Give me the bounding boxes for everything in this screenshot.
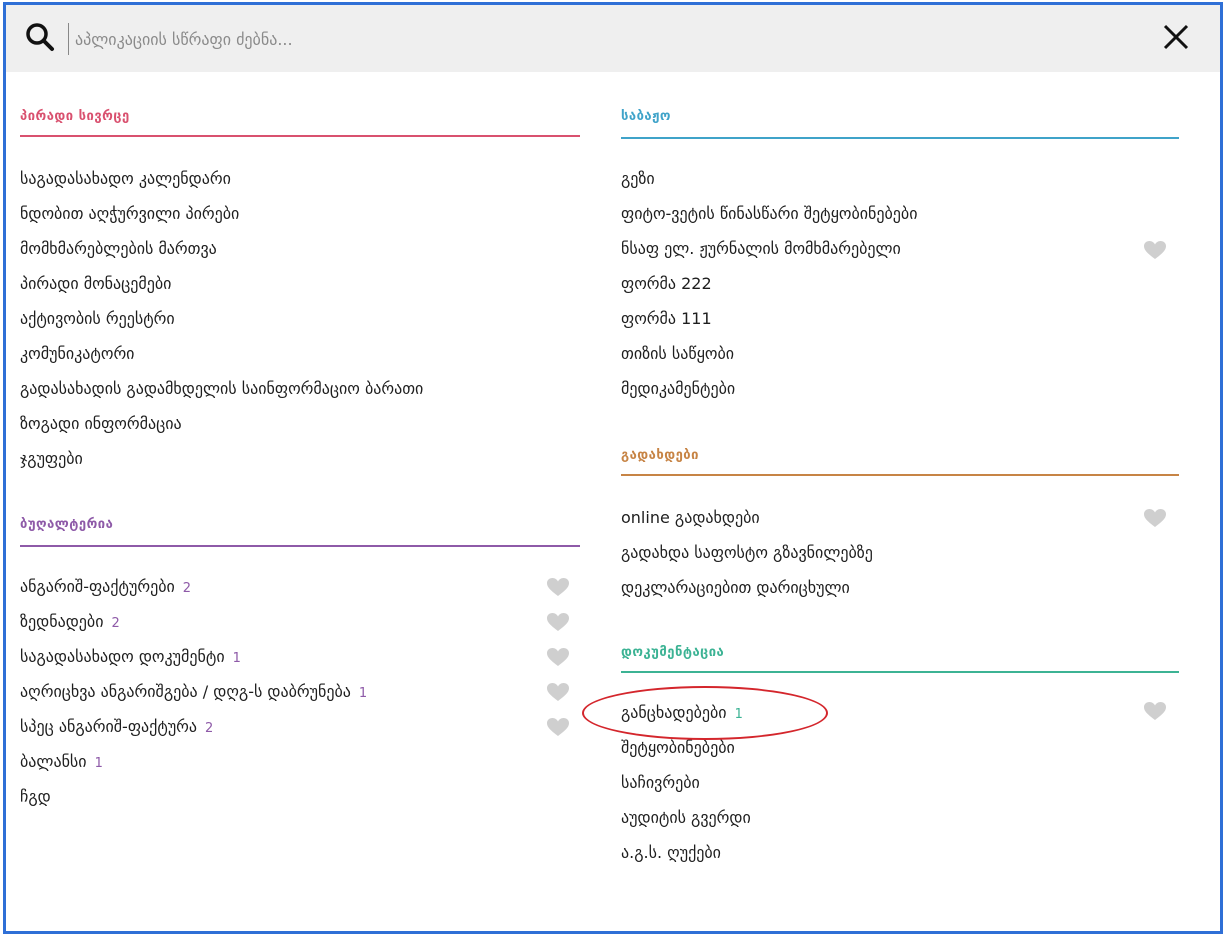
heart-icon[interactable] <box>1143 508 1167 528</box>
section-title-payments: გადახდები <box>621 448 699 463</box>
menu-item-label: ჯგუფები <box>20 449 83 468</box>
menu-item[interactable]: ბალანსი 1 <box>20 750 103 774</box>
app-search-panel: პირადი სივრცე საგადასახადო კალენდარი ნდო… <box>3 2 1223 934</box>
menu-item-label: online გადახდები <box>621 508 760 527</box>
menu-item-label: კომუნიკატორი <box>20 344 135 363</box>
menu-item-label: პირადი მონაცემები <box>20 274 172 293</box>
menu-item[interactable]: გადასახადის გადამხდელის საინფორმაციო ბარ… <box>20 377 423 401</box>
heart-icon[interactable] <box>546 682 570 702</box>
menu-item-label: აქტივობის რეესტრი <box>20 309 175 328</box>
menu-item-label: ზოგადი ინფორმაცია <box>20 414 182 433</box>
menu-item[interactable]: საჩივრები <box>621 771 700 795</box>
menu-item-label: ფორმა 111 <box>621 309 712 328</box>
menu-item[interactable]: სპეც ანგარიშ-ფაქტურა 2 <box>20 715 213 739</box>
heart-icon[interactable] <box>546 612 570 632</box>
menu-item-label: ბალანსი <box>20 752 87 771</box>
menu-item[interactable]: კომუნიკატორი <box>20 342 134 366</box>
menu-item[interactable]: online გადახდები <box>621 506 760 530</box>
section-title-personal: პირადი სივრცე <box>20 109 130 124</box>
menu-item[interactable]: გეზი <box>621 167 655 191</box>
menu-item[interactable]: შეტყობინებები <box>621 736 735 760</box>
heart-icon[interactable] <box>1143 701 1167 721</box>
menu-item-label: ფორმა 222 <box>621 274 712 293</box>
right-column: საბაჟო გეზი ფიტო-ვეტის წინასწარი შეტყობი… <box>621 5 1181 931</box>
menu-item-label: გადასახადის გადამხდელის საინფორმაციო ბარ… <box>20 379 424 398</box>
menu-item-label: განცხადებები <box>621 703 727 722</box>
menu-item[interactable]: ნსაფ ელ. ჟურნალის მომხმარებელი <box>621 237 901 261</box>
menu-item-label: საგადასახადო კალენდარი <box>20 169 231 188</box>
menu-item-label: დეკლარაციებით დარიცხული <box>621 578 850 597</box>
section-divider <box>20 545 580 547</box>
item-count-badge: 2 <box>205 721 214 736</box>
menu-item[interactable]: აუდიტის გვერდი <box>621 806 751 830</box>
menu-item[interactable]: ზოგადი ინფორმაცია <box>20 412 182 436</box>
menu-item-label: საჩივრები <box>621 773 700 792</box>
section-title-documentation: დოკუმენტაცია <box>621 645 725 660</box>
section-divider <box>20 135 580 137</box>
menu-item-label: აღრიცხვა ანგარიშგება / დღგ-ს დაბრუნება <box>20 682 351 701</box>
menu-item-label: ა.გ.ს. ღუქები <box>621 843 721 862</box>
menu-item[interactable]: პირადი მონაცემები <box>20 272 171 296</box>
menu-item[interactable]: ანგარიშ-ფაქტურები 2 <box>20 575 191 599</box>
menu-item[interactable]: ა.გ.ს. ღუქები <box>621 841 721 865</box>
menu-item-label: ნდობით აღჭურვილი პირები <box>20 204 240 223</box>
menu-item[interactable]: ზედნადები 2 <box>20 610 120 634</box>
menu-item[interactable]: მომხმარებლების მართვა <box>20 237 217 261</box>
menu-item[interactable]: ფორმა 111 <box>621 307 712 331</box>
menu-item-label: ნსაფ ელ. ჟურნალის მომხმარებელი <box>621 239 901 258</box>
left-column: პირადი სივრცე საგადასახადო კალენდარი ნდო… <box>20 5 580 931</box>
section-divider <box>621 671 1179 673</box>
menu-item[interactable]: ჩგდ <box>20 785 51 809</box>
menu-item[interactable]: გადახდა საფოსტო გზავნილებზე <box>621 541 873 565</box>
menu-item[interactable]: აქტივობის რეესტრი <box>20 307 175 331</box>
menu-item[interactable]: თიზის საწყობი <box>621 342 734 366</box>
menu-item[interactable]: განცხადებები 1 <box>621 701 743 725</box>
menu-item-label: ზედნადები <box>20 612 104 631</box>
menu-item[interactable]: საგადასახადო კალენდარი <box>20 167 231 191</box>
menu-item-label: თიზის საწყობი <box>621 344 735 363</box>
menu-item-label: ანგარიშ-ფაქტურები <box>20 577 175 596</box>
menu-item[interactable]: აღრიცხვა ანგარიშგება / დღგ-ს დაბრუნება 1 <box>20 680 367 704</box>
section-title-cutoff <box>20 857 160 863</box>
item-count-badge: 1 <box>734 707 743 722</box>
menu-item-label: შეტყობინებები <box>621 738 735 757</box>
item-count-badge: 1 <box>94 756 103 771</box>
menu-item-label: გეზი <box>621 169 655 188</box>
heart-icon[interactable] <box>546 717 570 737</box>
section-title-accounting: ბუღალტერია <box>20 517 114 532</box>
menu-item-label: მომხმარებლების მართვა <box>20 239 217 258</box>
menu-item-label: ჩგდ <box>20 787 51 806</box>
item-count-badge: 2 <box>182 581 192 596</box>
section-divider <box>621 137 1179 139</box>
menu-item[interactable]: ფიტო-ვეტის წინასწარი შეტყობინებები <box>621 202 918 226</box>
menu-item-label: ფიტო-ვეტის წინასწარი შეტყობინებები <box>621 204 918 223</box>
menu-item-label: სპეც ანგარიშ-ფაქტურა <box>20 717 198 736</box>
heart-icon[interactable] <box>546 647 570 667</box>
menu-item[interactable]: საგადასახადო დოკუმენტი 1 <box>20 645 241 669</box>
menu-item-label: აუდიტის გვერდი <box>621 808 751 827</box>
heart-icon[interactable] <box>546 577 570 597</box>
menu-item[interactable]: ფორმა 222 <box>621 272 712 296</box>
menu-item-label: მედიკამენტები <box>621 379 736 398</box>
item-count-badge: 1 <box>358 686 368 701</box>
section-title-customs: საბაჟო <box>621 109 672 124</box>
item-count-badge: 1 <box>232 651 241 666</box>
menu-item[interactable]: ჯგუფები <box>20 447 83 471</box>
menu-item[interactable]: დეკლარაციებით დარიცხული <box>621 576 850 600</box>
menu-item-label: გადახდა საფოსტო გზავნილებზე <box>621 543 873 562</box>
menu-item[interactable]: ნდობით აღჭურვილი პირები <box>20 202 239 226</box>
item-count-badge: 2 <box>111 616 120 631</box>
section-divider <box>621 474 1179 476</box>
menu-item-label: საგადასახადო დოკუმენტი <box>20 647 225 666</box>
heart-icon[interactable] <box>1143 240 1167 260</box>
menu-item[interactable]: მედიკამენტები <box>621 377 735 401</box>
